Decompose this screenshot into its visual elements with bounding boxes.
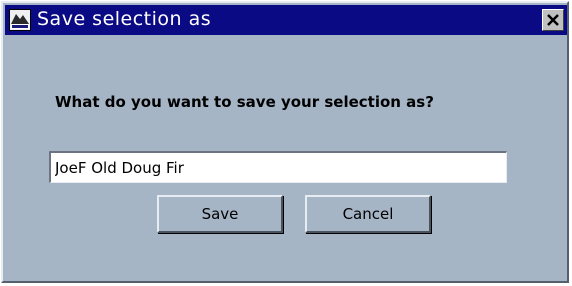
close-icon xyxy=(547,14,559,26)
window-title: Save selection as xyxy=(37,8,212,30)
close-button[interactable] xyxy=(542,9,564,31)
title-bar[interactable]: Save selection as xyxy=(5,5,567,35)
app-logo-icon xyxy=(9,9,31,31)
selection-name-input[interactable] xyxy=(49,151,507,183)
save-button[interactable]: Save xyxy=(157,195,283,233)
save-selection-dialog: Save selection as What do you want to sa… xyxy=(1,1,569,283)
prompt-label: What do you want to save your selection … xyxy=(55,93,434,111)
cancel-button[interactable]: Cancel xyxy=(305,195,431,233)
